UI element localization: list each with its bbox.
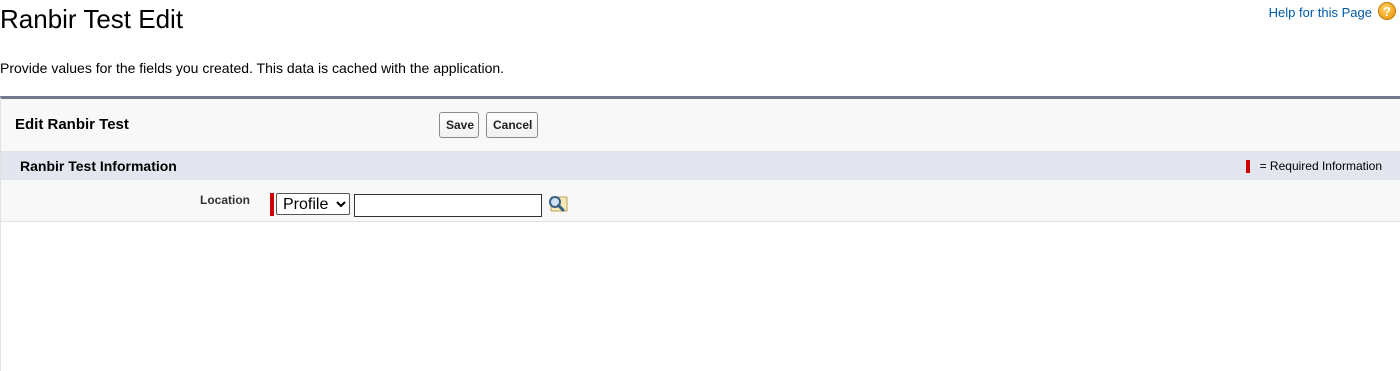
location-input[interactable] xyxy=(354,194,542,217)
required-legend-text: = Required Information xyxy=(1259,159,1382,173)
lookup-magnifier-icon[interactable] xyxy=(547,194,569,214)
location-row: Location Profile xyxy=(1,180,1400,222)
help-area: Help for this Page ? xyxy=(1269,2,1396,20)
required-indicator xyxy=(270,193,274,216)
cancel-button[interactable]: Cancel xyxy=(486,112,538,138)
required-marker-icon xyxy=(1245,159,1250,173)
section-header: Ranbir Test Information = Required Infor… xyxy=(1,152,1400,180)
page-description: Provide values for the fields you create… xyxy=(0,60,505,76)
question-icon[interactable]: ? xyxy=(1378,2,1396,20)
panel-header: Edit Ranbir Test Save Cancel xyxy=(1,99,1400,152)
page-title: Ranbir Test Edit xyxy=(0,4,184,34)
location-type-select[interactable]: Profile xyxy=(276,193,350,215)
section-title: Ranbir Test Information xyxy=(20,158,177,174)
help-link[interactable]: Help for this Page xyxy=(1269,5,1372,20)
location-label: Location xyxy=(200,193,250,207)
save-button[interactable]: Save xyxy=(439,112,479,138)
edit-panel: Edit Ranbir Test Save Cancel Ranbir Test… xyxy=(0,96,1400,371)
panel-title: Edit Ranbir Test xyxy=(15,116,129,133)
required-legend: = Required Information xyxy=(1245,159,1382,173)
